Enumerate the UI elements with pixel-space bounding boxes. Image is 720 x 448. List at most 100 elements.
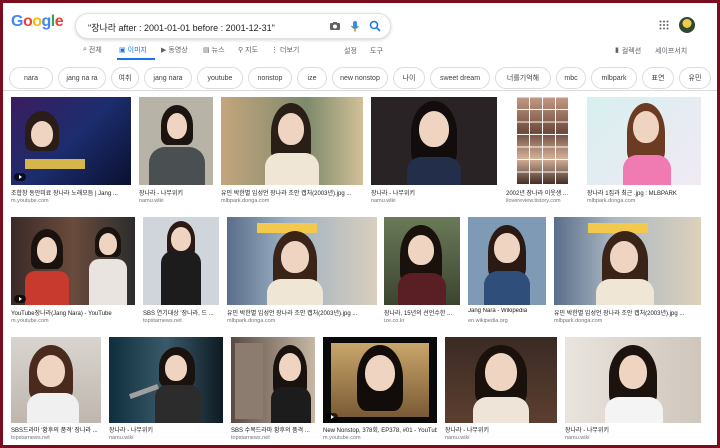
image-thumbnail[interactable] bbox=[468, 217, 546, 305]
image-source: namu.wiki bbox=[109, 435, 134, 441]
image-thumbnail[interactable] bbox=[11, 337, 101, 423]
image-caption: SBS드라마 '황후의 품격' 장나라 ... bbox=[11, 428, 98, 434]
safesearch-link[interactable]: 세이프서치 bbox=[655, 46, 687, 56]
chip[interactable]: mbc bbox=[556, 67, 586, 89]
tab-videos[interactable]: ▶ 동영상 bbox=[161, 43, 188, 57]
search-box[interactable] bbox=[75, 13, 391, 39]
image-thumbnail[interactable] bbox=[587, 97, 701, 185]
image-result[interactable]: New Nonstop, 378회, EP378, #01 - YouTube … bbox=[323, 337, 437, 445]
video-icon: ▶ bbox=[161, 47, 167, 54]
image-result[interactable]: 유민 박한별 임성언 장나라 조안 캡처(2003년).jpg ... mlbp… bbox=[227, 217, 377, 329]
bookmark-icon: ▮ bbox=[615, 47, 619, 54]
image-result[interactable]: 유민 박한별 임성언 장나라 조안 캡처(2003년).jpg ... mlbp… bbox=[554, 217, 701, 329]
image-result[interactable]: 장나라 - 나무위키 namu.wiki bbox=[109, 337, 223, 445]
search-input[interactable] bbox=[88, 20, 324, 34]
image-result[interactable]: 유민 박한별 임성언 장나라 조안 캡처(2003년).jpg ... mlbp… bbox=[221, 97, 363, 209]
image-result[interactable]: 조합창 동안미료 장나라 노래모듬 | Jang ... m.youtube.c… bbox=[11, 97, 131, 209]
image-result[interactable]: 장나라 - 나무위키 namu.wiki bbox=[565, 337, 701, 445]
image-source: namu.wiki bbox=[371, 198, 396, 204]
image-source: namu.wiki bbox=[445, 435, 470, 441]
image-result[interactable]: SBS 연기대상 '장나라, 드 ... topstarnews.net bbox=[143, 217, 219, 329]
image-source: m.youtube.com bbox=[323, 435, 361, 441]
image-source: m.youtube.com bbox=[11, 318, 49, 324]
image-result[interactable]: Jang Nara - Wikipedia en.wikipedia.org bbox=[468, 217, 546, 329]
chip[interactable]: sweet dream bbox=[430, 67, 490, 89]
image-thumbnail[interactable] bbox=[139, 97, 213, 185]
image-caption: 장나라 - 나무위키 bbox=[371, 191, 415, 197]
google-logo[interactable]: Google bbox=[11, 13, 64, 31]
image-source: topstarnews.net bbox=[11, 435, 50, 441]
chip[interactable]: 여취 bbox=[111, 67, 139, 89]
image-caption: 장나라, 15년의 선언수한 ... bbox=[384, 311, 453, 317]
tab-all[interactable]: ⌕ 전체 bbox=[83, 43, 102, 57]
image-thumbnail[interactable] bbox=[565, 337, 701, 423]
tab-more[interactable]: ⋮ 더보기 bbox=[271, 43, 299, 57]
image-result[interactable]: 장나라 - 나무위키 namu.wiki bbox=[139, 97, 213, 209]
chip[interactable]: mlbpark bbox=[591, 67, 637, 89]
image-thumbnail[interactable] bbox=[516, 97, 568, 185]
image-source: ilovereview.tistory.com bbox=[506, 198, 561, 204]
news-icon: ▤ bbox=[203, 47, 210, 54]
image-thumbnail[interactable] bbox=[323, 337, 437, 423]
chip[interactable]: nonstop bbox=[248, 67, 292, 89]
chip[interactable]: jang nara bbox=[144, 67, 192, 89]
image-caption: 유민 박한별 임성언 장나라 조안 캡처(2003년).jpg ... bbox=[227, 311, 358, 317]
tab-maps[interactable]: ⚲ 지도 bbox=[238, 43, 258, 57]
image-source: mlbpark.donga.com bbox=[227, 318, 276, 324]
chip[interactable]: new nonstop bbox=[332, 67, 388, 89]
play-icon bbox=[14, 173, 26, 181]
account-avatar[interactable] bbox=[679, 17, 695, 33]
camera-icon[interactable] bbox=[328, 19, 342, 33]
chip[interactable]: ize bbox=[297, 67, 327, 89]
image-result[interactable]: 2002년 장나라 이웃생 ... ilovereview.tistory.co… bbox=[506, 97, 578, 209]
microphone-icon[interactable] bbox=[348, 19, 362, 33]
image-caption: 2002년 장나라 이웃생 ... bbox=[506, 191, 568, 197]
image-thumbnail[interactable] bbox=[109, 337, 223, 423]
chip[interactable]: youtube bbox=[197, 67, 243, 89]
tab-images[interactable]: ▣ 이미지 bbox=[119, 43, 147, 57]
image-result[interactable]: SBS드라마 '황후의 품격' 장나라 ... topstarnews.net bbox=[11, 337, 101, 445]
image-thumbnail[interactable] bbox=[445, 337, 557, 423]
image-thumbnail[interactable] bbox=[554, 217, 701, 305]
image-thumbnail[interactable] bbox=[11, 97, 131, 185]
image-source: mlbpark.donga.com bbox=[221, 198, 270, 204]
image-thumbnail[interactable] bbox=[384, 217, 460, 305]
image-source: namu.wiki bbox=[565, 435, 590, 441]
image-thumbnail[interactable] bbox=[231, 337, 315, 423]
image-thumbnail[interactable] bbox=[371, 97, 497, 185]
image-source: topstarnews.net bbox=[231, 435, 270, 441]
tools-link[interactable]: 도구 bbox=[370, 46, 383, 56]
image-caption: YouTube장나라(Jang Nara) - YouTube bbox=[11, 311, 112, 317]
search-icon[interactable] bbox=[368, 19, 382, 33]
chip[interactable]: 유민 bbox=[679, 67, 711, 89]
image-caption: 장나라 - 나무위키 bbox=[565, 428, 609, 434]
image-thumbnail[interactable] bbox=[143, 217, 219, 305]
image-caption: Jang Nara - Wikipedia bbox=[468, 308, 528, 314]
image-result[interactable]: 장나라 - 나무위키 namu.wiki bbox=[371, 97, 497, 209]
image-caption: 장나라 1집과 최근 .jpg : MLBPARK bbox=[587, 191, 677, 197]
image-result[interactable]: 장나라, 15년의 선언수한 ... ize.co.kr bbox=[384, 217, 460, 329]
apps-grid-icon[interactable] bbox=[659, 20, 669, 30]
settings-link[interactable]: 설정 bbox=[344, 46, 357, 56]
image-result[interactable]: YouTube장나라(Jang Nara) - YouTube m.youtub… bbox=[11, 217, 135, 329]
chip[interactable]: jang na ra bbox=[58, 67, 106, 89]
chip[interactable]: nara bbox=[9, 67, 53, 89]
image-thumbnail[interactable] bbox=[221, 97, 363, 185]
image-caption: SBS 연기대상 '장나라, 드 ... bbox=[143, 311, 214, 317]
image-caption: 유민 박한별 임성언 장나라 조안 캡처(2003년).jpg ... bbox=[554, 311, 685, 317]
image-thumbnail[interactable] bbox=[227, 217, 377, 305]
image-result[interactable]: 장나라 1집과 최근 .jpg : MLBPARK mlbpark.donga.… bbox=[587, 97, 701, 209]
chip[interactable]: 표연 bbox=[642, 67, 674, 89]
image-result[interactable]: SBS 수목드라마 황후의 품격 ... topstarnews.net bbox=[231, 337, 315, 445]
image-thumbnail[interactable] bbox=[11, 217, 135, 305]
image-icon: ▣ bbox=[119, 47, 126, 54]
related-search-chips: nara jang na ra 여취 jang nara youtube non… bbox=[3, 67, 717, 91]
active-tab-indicator bbox=[117, 58, 155, 60]
tab-news[interactable]: ▤ 뉴스 bbox=[203, 43, 225, 57]
image-result[interactable]: 장나라 - 나무위키 namu.wiki bbox=[445, 337, 557, 445]
image-caption: 유민 박한별 임성언 장나라 조안 캡처(2003년).jpg ... bbox=[221, 191, 352, 197]
chip[interactable]: 너를기억해 bbox=[495, 67, 551, 89]
collections-link[interactable]: ▮ 컬렉션 bbox=[615, 46, 641, 56]
image-caption: 장나라 - 나무위키 bbox=[445, 428, 489, 434]
chip[interactable]: 나이 bbox=[393, 67, 425, 89]
